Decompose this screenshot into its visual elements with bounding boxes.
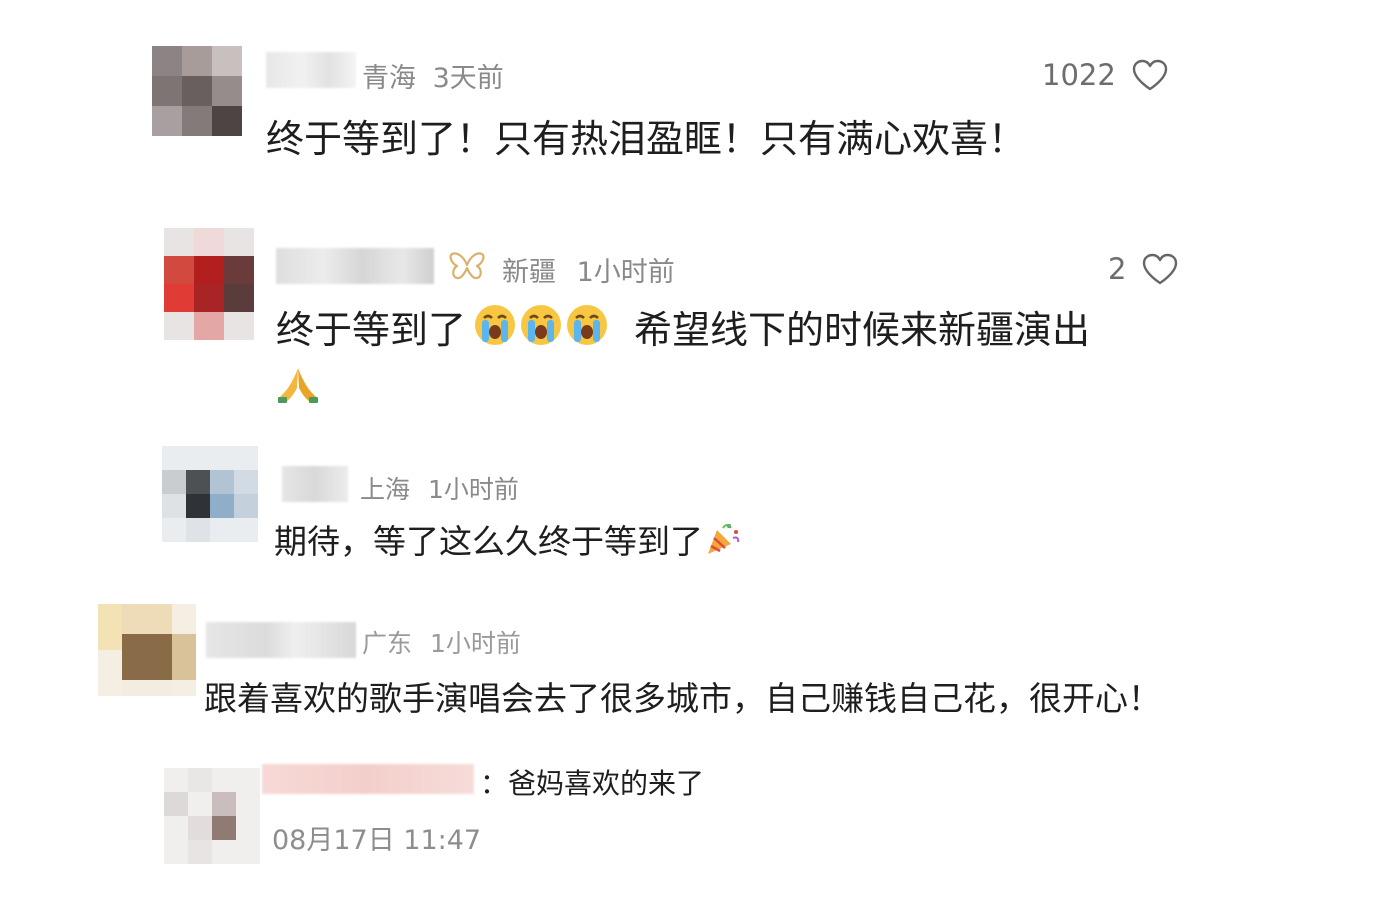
username-blurred[interactable] <box>206 622 356 658</box>
comment-text-body: 期待，等了这么久终于等到了 <box>274 522 703 561</box>
comment-text: 跟着喜欢的歌手演唱会去了很多城市，自己赚钱自己花，很开心！ <box>204 679 1161 718</box>
location: 上海 <box>360 475 411 504</box>
comment-meta: 新疆 1小时前 <box>502 250 675 289</box>
comment-text-start: 终于等到了 <box>276 308 467 352</box>
avatar[interactable] <box>162 446 258 542</box>
butterfly-badge-icon <box>448 251 486 285</box>
avatar[interactable] <box>98 604 196 696</box>
like-count: 1022 <box>1042 58 1116 92</box>
username-blurred[interactable] <box>266 52 356 88</box>
loudly-crying-face-icon <box>564 302 610 363</box>
comment-meta: 青海 3天前 <box>362 56 504 95</box>
timestamp: 1小时前 <box>576 257 675 288</box>
username-blurred[interactable] <box>276 248 434 284</box>
comment-text: 终于等到了 希望线下的时候来新疆演出 <box>276 302 1090 363</box>
comment-meta: 上海 1小时前 <box>360 470 519 506</box>
reply-date: 08月17日 11:47 <box>272 825 482 856</box>
reply-text: ：爸妈喜欢的来了 <box>480 767 705 800</box>
location: 广东 <box>362 629 413 658</box>
comment-text-end: 希望线下的时候来新疆演出 <box>634 308 1091 352</box>
comment-meta: 广东 1小时前 <box>362 624 521 660</box>
avatar[interactable] <box>164 768 260 864</box>
avatar[interactable] <box>164 228 254 340</box>
like-button[interactable]: 2 <box>1108 252 1178 286</box>
username-blurred[interactable] <box>282 466 348 502</box>
heart-icon <box>1132 59 1168 91</box>
comment-text: 期待，等了这么久终于等到了 <box>274 520 741 567</box>
heart-icon <box>1142 253 1178 285</box>
location: 青海 <box>362 63 416 94</box>
loudly-crying-face-icon <box>472 302 518 363</box>
location: 新疆 <box>502 257 556 288</box>
timestamp: 1小时前 <box>429 629 521 658</box>
loudly-crying-face-icon <box>518 302 564 363</box>
comment-text: 终于等到了！只有热泪盈眶！只有满心欢喜！ <box>266 117 1027 161</box>
timestamp: 1小时前 <box>427 475 519 504</box>
like-count: 2 <box>1108 252 1127 286</box>
like-button[interactable]: 1022 <box>1042 58 1168 92</box>
username-blurred[interactable] <box>262 764 474 794</box>
timestamp: 3天前 <box>432 63 504 94</box>
avatar[interactable] <box>152 46 242 136</box>
party-popper-icon <box>705 520 741 567</box>
folded-hands-icon <box>276 364 320 408</box>
